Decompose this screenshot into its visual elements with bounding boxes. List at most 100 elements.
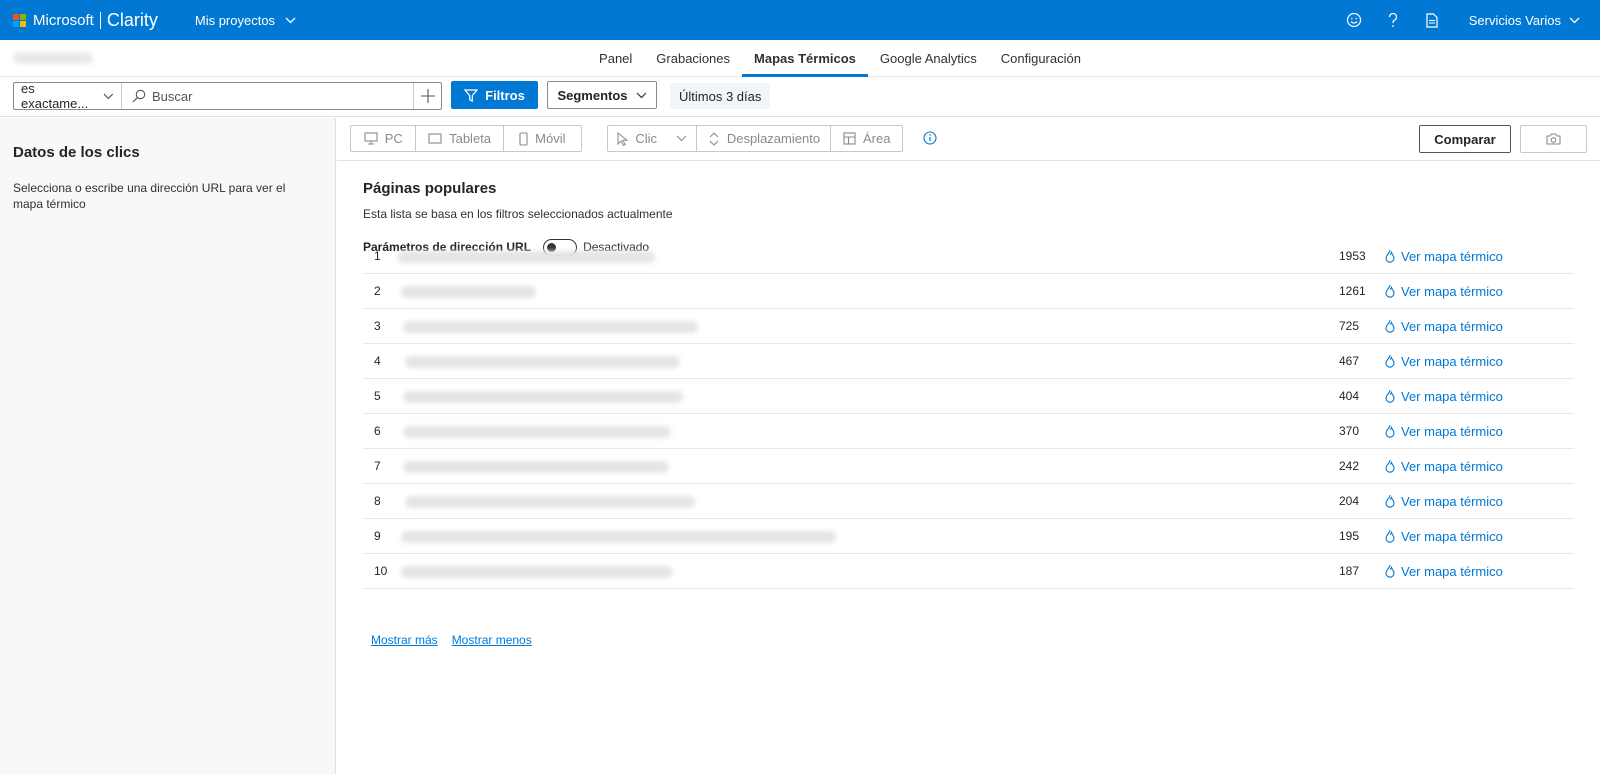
account-menu[interactable]: Servicios Varios (1469, 13, 1580, 28)
view-heatmap-link[interactable]: Ver mapa térmico (1385, 564, 1503, 579)
document-icon[interactable] (1424, 12, 1440, 28)
tab-grabaciones[interactable]: Grabaciones (644, 40, 742, 77)
brand-separator (99, 11, 101, 29)
brand-microsoft: Microsoft (33, 11, 94, 29)
url-search-box: es exactame... (13, 81, 442, 111)
table-row: 9 195 Ver mapa térmico (363, 519, 1574, 554)
main-content: PC Tableta Móvil Clic Desplazamiento Áre… (337, 118, 1600, 774)
sidebar-instructions: Selecciona o escribe una dirección URL p… (13, 181, 286, 211)
device-tablet[interactable]: Tableta (416, 126, 504, 151)
table-row: 6 370 Ver mapa térmico (363, 414, 1574, 449)
flame-icon (1385, 319, 1395, 333)
view-heatmap-link[interactable]: Ver mapa térmico (1385, 494, 1503, 509)
nav-bar: Panel Grabaciones Mapas Térmicos Google … (0, 40, 1600, 77)
row-visit-count: 370 (1339, 424, 1360, 438)
heatmap-mode-selector: Clic Desplazamiento Área (607, 125, 903, 152)
monitor-icon (364, 132, 378, 145)
row-url-redacted[interactable] (401, 286, 536, 298)
help-icon[interactable] (1385, 12, 1401, 28)
search-input[interactable] (152, 88, 412, 104)
row-url-redacted[interactable] (403, 426, 671, 438)
row-visit-count: 1953 (1339, 249, 1366, 263)
plus-icon (420, 89, 435, 103)
tab-mapas-termicos[interactable]: Mapas Térmicos (742, 40, 868, 77)
row-visit-count: 725 (1339, 319, 1360, 333)
show-more-link[interactable]: Mostrar más (371, 633, 438, 647)
chevron-down-icon (1569, 17, 1580, 23)
row-url-redacted[interactable] (397, 251, 655, 263)
row-visit-count: 467 (1339, 354, 1360, 368)
table-row: 8 204 Ver mapa térmico (363, 484, 1574, 519)
view-heatmap-link[interactable]: Ver mapa térmico (1385, 249, 1503, 264)
projects-menu[interactable]: Mis proyectos (195, 13, 296, 28)
row-url-redacted[interactable] (401, 531, 836, 543)
compare-button[interactable]: Comparar (1419, 125, 1511, 153)
screenshot-button[interactable] (1520, 125, 1587, 153)
brand-clarity[interactable]: Clarity (107, 10, 158, 31)
row-rank: 5 (374, 389, 381, 403)
device-mobile[interactable]: Móvil (504, 126, 581, 151)
smiley-icon[interactable] (1346, 12, 1362, 28)
row-url-redacted[interactable] (403, 461, 669, 473)
mode-click[interactable]: Clic (608, 126, 698, 151)
view-heatmap-link[interactable]: Ver mapa térmico (1385, 529, 1503, 544)
main-tabs: Panel Grabaciones Mapas Térmicos Google … (0, 40, 1600, 77)
info-icon[interactable] (923, 131, 937, 145)
cursor-icon (617, 131, 629, 146)
mode-area[interactable]: Área (831, 126, 902, 151)
heatmap-toolbar: PC Tableta Móvil Clic Desplazamiento Áre… (337, 118, 1600, 161)
camera-icon (1546, 133, 1561, 145)
device-selector: PC Tableta Móvil (350, 125, 582, 152)
row-rank: 4 (374, 354, 381, 368)
tab-configuracion[interactable]: Configuración (989, 40, 1093, 77)
tab-panel[interactable]: Panel (587, 40, 644, 77)
popular-pages-title: Páginas populares (363, 180, 497, 197)
tab-google-analytics[interactable]: Google Analytics (868, 40, 989, 77)
view-heatmap-link[interactable]: Ver mapa térmico (1385, 389, 1503, 404)
row-visit-count: 187 (1339, 564, 1360, 578)
view-heatmap-link[interactable]: Ver mapa térmico (1385, 354, 1503, 369)
chevron-down-icon (285, 17, 296, 23)
pagination-links: Mostrar más Mostrar menos (371, 633, 532, 647)
row-rank: 7 (374, 459, 381, 473)
row-url-redacted[interactable] (403, 321, 698, 333)
table-row: 5 404 Ver mapa térmico (363, 379, 1574, 414)
view-heatmap-link[interactable]: Ver mapa térmico (1385, 459, 1503, 474)
flame-icon (1385, 249, 1395, 263)
chevron-down-icon (103, 93, 114, 99)
row-url-redacted[interactable] (401, 566, 673, 578)
row-url-redacted[interactable] (405, 356, 680, 368)
top-header: Microsoft Clarity Mis proyectos Servicio… (0, 0, 1600, 40)
row-url-redacted[interactable] (405, 496, 695, 508)
match-type-select[interactable]: es exactame... (14, 81, 122, 111)
account-name: Servicios Varios (1468, 12, 1561, 28)
row-rank: 8 (374, 494, 381, 508)
flame-icon (1385, 564, 1395, 578)
search-icon (132, 89, 146, 103)
date-range-chip[interactable]: Últimos 3 días (670, 83, 771, 109)
table-row: 2 1261 Ver mapa térmico (363, 274, 1574, 309)
row-url-redacted[interactable] (403, 391, 683, 403)
microsoft-logo-icon (13, 13, 26, 27)
row-rank: 1 (374, 249, 381, 263)
flame-icon (1385, 389, 1395, 403)
popular-pages-list: 1 1953 Ver mapa térmico 2 1261 Ver mapa térmi… (363, 239, 1574, 589)
view-heatmap-link[interactable]: Ver mapa térmico (1385, 319, 1503, 334)
view-heatmap-link[interactable]: Ver mapa térmico (1385, 424, 1503, 439)
device-pc[interactable]: PC (351, 126, 417, 151)
row-visit-count: 1261 (1339, 284, 1366, 298)
segments-button[interactable]: Segmentos (547, 81, 657, 109)
show-less-link[interactable]: Mostrar menos (452, 633, 532, 647)
popular-pages-subtitle: Esta lista se basa en los filtros selecc… (363, 207, 673, 221)
flame-icon (1385, 354, 1395, 368)
filters-button[interactable]: Filtros (451, 81, 538, 109)
view-heatmap-link[interactable]: Ver mapa térmico (1385, 284, 1503, 299)
row-visit-count: 404 (1339, 389, 1360, 403)
flame-icon (1385, 284, 1395, 298)
mode-scroll[interactable]: Desplazamiento (697, 126, 832, 151)
add-url-button[interactable] (413, 83, 441, 109)
tablet-icon (428, 133, 442, 144)
row-visit-count: 195 (1339, 529, 1360, 543)
row-rank: 10 (374, 564, 388, 578)
mobile-icon (519, 131, 528, 146)
